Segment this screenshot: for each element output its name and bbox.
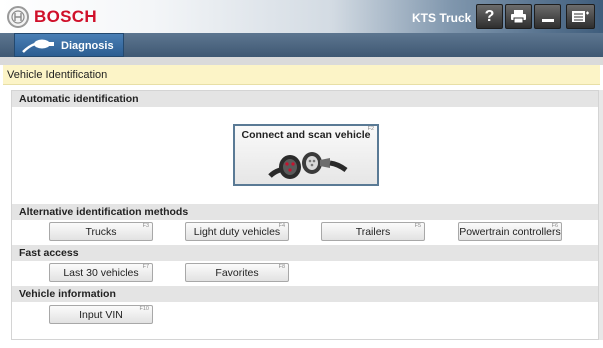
button-label: Light duty vehicles [193, 226, 281, 238]
last-30-vehicles-button[interactable]: Last 30 vehicles F7 [49, 263, 153, 282]
help-button[interactable]: ? [476, 4, 503, 29]
button-label: Powertrain controllers [459, 226, 561, 238]
input-vin-button[interactable]: Input VIN F10 [49, 305, 153, 324]
button-label: Trucks [85, 226, 117, 238]
connect-and-scan-button[interactable]: Connect and scan vehicle F2 [233, 124, 379, 186]
brand-name: BOSCH [34, 7, 97, 26]
section-fast-access: Fast access [12, 245, 598, 261]
favorites-button[interactable]: Favorites F8 [185, 263, 289, 282]
section-vehicle-information: Vehicle information [12, 286, 598, 302]
function-key-label: F7 [142, 264, 149, 270]
product-name: KTS Truck [412, 11, 472, 25]
powertrain-controllers-button[interactable]: Powertrain controllers F6 [458, 222, 562, 241]
breadcrumb-text: Vehicle Identification [7, 69, 108, 81]
trailers-button[interactable]: Trailers F5 [321, 222, 425, 241]
minimize-button[interactable] [534, 4, 561, 29]
menu-icon [572, 11, 589, 22]
connector-cable-icon [268, 152, 348, 179]
section-automatic-identification: Automatic identification [12, 91, 598, 107]
function-key-label: F10 [139, 306, 149, 312]
breadcrumb: Vehicle Identification [3, 65, 600, 85]
button-label: Favorites [215, 267, 259, 279]
print-icon [511, 10, 526, 24]
button-label: Trailers [355, 226, 391, 238]
section-title: Alternative identification methods [19, 206, 189, 218]
print-button[interactable] [505, 4, 532, 29]
function-key-label: F8 [278, 264, 285, 270]
function-key-label: F3 [142, 223, 149, 229]
function-key-label: F2 [367, 126, 374, 132]
tab-diagnosis[interactable]: Diagnosis [14, 33, 124, 57]
function-key-label: F5 [414, 223, 421, 229]
function-key-label: F6 [551, 223, 558, 229]
button-label: Last 30 vehicles [63, 267, 139, 279]
section-title: Vehicle information [19, 288, 116, 300]
section-title: Automatic identification [19, 93, 139, 105]
bosch-logo-icon [7, 6, 29, 28]
tab-diagnosis-label: Diagnosis [61, 40, 114, 52]
nav-strip [0, 57, 603, 65]
function-key-label: F4 [278, 223, 285, 229]
section-alternative-identification: Alternative identification methods [12, 204, 598, 220]
button-label: Input VIN [79, 309, 123, 321]
section-title: Fast access [19, 247, 79, 259]
scrollbar-track[interactable] [599, 90, 603, 340]
trucks-button[interactable]: Trucks F3 [49, 222, 153, 241]
menu-button[interactable] [566, 4, 595, 29]
probe-icon [22, 39, 54, 53]
light-duty-vehicles-button[interactable]: Light duty vehicles F4 [185, 222, 289, 241]
help-icon: ? [484, 7, 495, 25]
connect-and-scan-label: Connect and scan vehicle [241, 129, 371, 141]
app-window: BOSCH KTS Truck ? Diagnosis Vehicle Iden… [0, 0, 603, 348]
title-bar: BOSCH KTS Truck ? [0, 0, 603, 33]
minimize-icon [541, 18, 554, 22]
